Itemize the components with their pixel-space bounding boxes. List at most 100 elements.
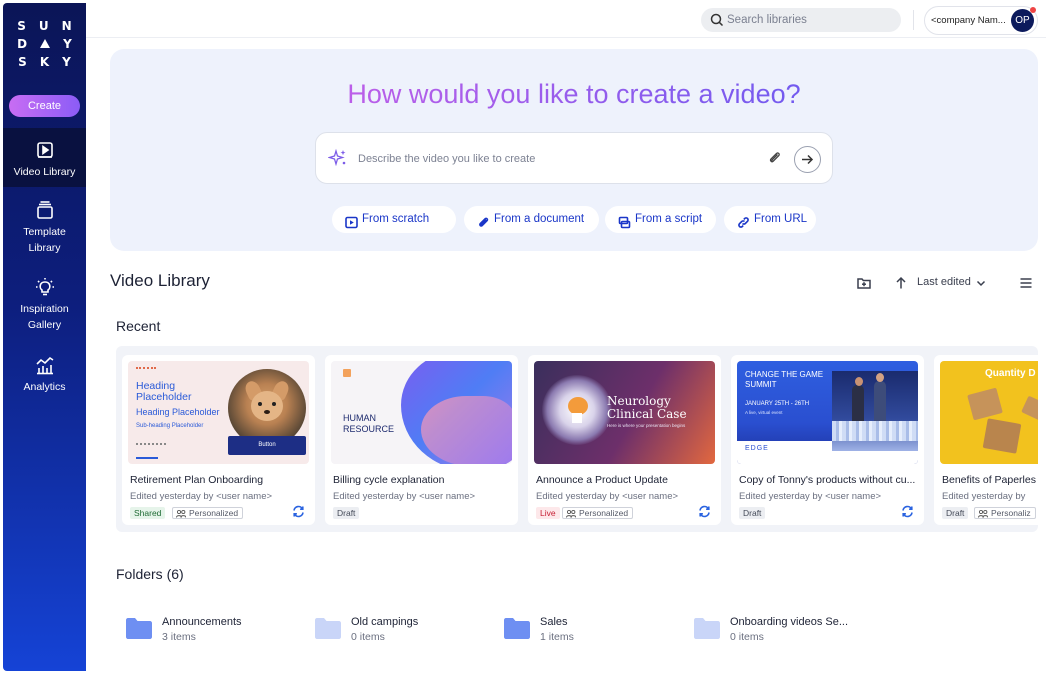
personalized-label: Personalized	[189, 508, 239, 518]
sync-icon	[292, 505, 305, 518]
personalized-label: Personaliz	[991, 508, 1031, 518]
chevron-down-icon[interactable]	[975, 276, 987, 290]
status-badge: Draft	[739, 507, 766, 519]
sort-direction-icon[interactable]	[894, 276, 908, 290]
search-bar[interactable]	[701, 8, 901, 32]
thumb-sub: Here is where your presentation begins	[607, 423, 686, 428]
sort-label: Last edited	[917, 276, 971, 288]
personalized-badge: Personalized	[172, 507, 244, 519]
submit-prompt-button[interactable]	[794, 146, 821, 173]
sidebar-item-label: Video Library	[13, 166, 76, 178]
thumb-heading-2: Placeholder	[136, 391, 192, 403]
personalized-label: Personalized	[579, 508, 629, 518]
box-graphic-3	[1021, 395, 1038, 421]
from-script-button[interactable]: From a script	[605, 206, 716, 233]
video-thumbnail: Heading Placeholder Heading Placeholder …	[128, 361, 309, 464]
thumb-button: Button	[228, 436, 306, 455]
prompt-input[interactable]	[358, 150, 758, 168]
video-card[interactable]: CHANGE THE GAME SUMMIT JANUARY 25TH - 26…	[731, 355, 924, 525]
video-edited-info: Edited yesterday by <user name>	[130, 491, 273, 502]
folder-count: 0 items	[730, 631, 764, 643]
folder-icon	[314, 616, 342, 640]
sidebar-item-label: Inspiration	[20, 303, 69, 315]
people-icon	[978, 509, 988, 518]
folder-count: 1 items	[540, 631, 574, 643]
thumb-decor-dots	[136, 367, 156, 369]
status-badge: Live	[536, 507, 560, 519]
folders-section-title: Folders (6)	[116, 566, 184, 582]
folder-name: Old campings	[351, 616, 419, 628]
video-title[interactable]: Announce a Product Update	[536, 474, 716, 486]
from-script-label: From a script	[635, 213, 703, 225]
video-card[interactable]: Heading Placeholder Heading Placeholder …	[122, 355, 315, 525]
sidebar-item-analytics[interactable]: Analytics	[3, 355, 86, 399]
folder-item[interactable]: Announcements 3 items	[125, 612, 305, 648]
search-icon	[709, 12, 725, 28]
video-edited-info: Edited yesterday by <user name>	[536, 491, 679, 502]
from-document-button[interactable]: From a document	[464, 206, 599, 233]
folder-item[interactable]: Old campings 0 items	[314, 612, 494, 648]
video-card[interactable]: Quantity D Benefits of Paperles Edited y…	[934, 355, 1038, 525]
video-title[interactable]: Billing cycle explanation	[333, 474, 513, 486]
recent-section-title: Recent	[116, 318, 161, 334]
sundaysky-logo[interactable]: SUN DY SKY	[3, 17, 86, 71]
folder-icon	[693, 616, 721, 640]
city-photo	[832, 371, 918, 451]
sync-icon	[698, 505, 711, 518]
app-root: SUN DY SKY Create Video Library Template…	[0, 0, 1046, 674]
sidebar-item-inspiration-gallery[interactable]: Inspiration Gallery	[3, 277, 86, 337]
thumb-subheading: Heading Placeholder	[136, 407, 220, 417]
folder-item[interactable]: Sales 1 items	[503, 612, 683, 648]
folder-count: 3 items	[162, 631, 196, 643]
video-edited-info: Edited yesterday by	[942, 491, 1026, 502]
video-title[interactable]: Copy of Tonny's products without cu...	[739, 474, 919, 486]
video-card[interactable]: Neurology Clinical Case Here is where yo…	[528, 355, 721, 525]
sidebar-item-label-line2: Library	[28, 242, 61, 254]
create-video-hero: How would you like to create a video? Fr…	[110, 49, 1038, 251]
from-scratch-button[interactable]: From scratch	[332, 206, 456, 233]
script-icon	[618, 213, 631, 229]
status-badge: Draft	[333, 507, 360, 519]
sidebar-item-video-library[interactable]: Video Library	[3, 128, 86, 187]
sidebar-item-label: Analytics	[23, 381, 66, 393]
thumb-line-1: HUMAN	[343, 413, 376, 423]
thumb-line-2: SUMMIT	[745, 380, 777, 389]
menu-icon[interactable]	[1019, 276, 1033, 290]
notification-dot	[1030, 7, 1036, 13]
topbar-separator	[913, 10, 914, 30]
video-thumbnail: CHANGE THE GAME SUMMIT JANUARY 25TH - 26…	[737, 361, 918, 464]
create-button[interactable]: Create	[9, 95, 80, 117]
video-edited-info: Edited yesterday by <user name>	[333, 491, 476, 502]
thumb-line-1: CHANGE THE GAME	[745, 370, 824, 379]
prompt-box[interactable]	[315, 132, 833, 184]
video-card[interactable]: HUMAN RESOURCE Billing cycle explanation…	[325, 355, 518, 525]
folder-item[interactable]: Onboarding videos Se... 0 items	[693, 612, 873, 648]
video-edited-info: Edited yesterday by <user name>	[739, 491, 882, 502]
from-document-label: From a document	[494, 213, 585, 225]
video-title[interactable]: Retirement Plan Onboarding	[130, 474, 310, 486]
thumb-decor-line	[136, 457, 158, 459]
chart-icon	[35, 355, 55, 375]
thumb-decor-dots-2	[136, 443, 166, 445]
search-input[interactable]	[727, 11, 893, 29]
new-folder-icon[interactable]	[857, 276, 871, 290]
play-box-icon	[345, 213, 358, 229]
from-url-button[interactable]: From URL	[724, 206, 816, 233]
sidebar-item-template-library[interactable]: Template Library	[3, 200, 86, 260]
folder-name: Announcements	[162, 616, 242, 628]
account-menu[interactable]: <company Nam... OP	[924, 6, 1038, 35]
arrow-right-icon	[802, 154, 814, 165]
hero-heading: How would you like to create a video?	[110, 79, 1038, 110]
logo-row-1: SUN	[17, 19, 85, 33]
attach-icon[interactable]	[767, 150, 783, 166]
recent-videos-carousel: Heading Placeholder Heading Placeholder …	[116, 346, 1038, 532]
video-thumbnail: Neurology Clinical Case Here is where yo…	[534, 361, 715, 464]
folder-name: Sales	[540, 616, 568, 628]
play-square-icon	[35, 140, 55, 160]
sparkle-icon	[327, 148, 348, 168]
sidebar-item-label: Template	[23, 226, 66, 238]
company-name: <company Nam...	[931, 15, 1006, 26]
sort-dropdown[interactable]: Last edited	[917, 276, 971, 288]
video-thumbnail: HUMAN RESOURCE	[331, 361, 512, 464]
video-title[interactable]: Benefits of Paperles	[942, 474, 1038, 486]
